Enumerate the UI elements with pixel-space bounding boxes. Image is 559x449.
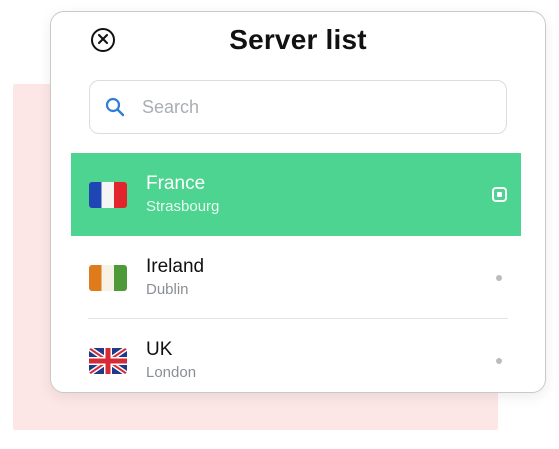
dot-icon (496, 357, 502, 364)
server-country: Ireland (146, 255, 205, 277)
search-input[interactable] (140, 95, 484, 119)
server-country: France (146, 172, 206, 194)
selected-check-icon (491, 187, 507, 202)
server-row-france[interactable]: France Strasbourg (71, 153, 521, 236)
server-row-uk[interactable]: UK London (71, 319, 521, 392)
ireland-flag-icon (89, 264, 127, 291)
server-text: France Strasbourg (146, 173, 219, 217)
dot-icon (496, 274, 502, 281)
uk-flag-icon (89, 347, 127, 374)
server-list-panel: Server list Search France Strasbourg Ire… (50, 11, 546, 393)
server-list: France Strasbourg Ireland Dublin UK Lond… (71, 153, 521, 392)
server-city: Dublin (146, 280, 189, 298)
unselected-indicator[interactable] (491, 353, 507, 369)
stage: Server list Search France Strasbourg Ire… (0, 0, 559, 449)
server-row-ireland[interactable]: Ireland Dublin (71, 236, 521, 319)
server-city: Strasbourg (146, 197, 220, 215)
france-flag-icon (89, 181, 127, 208)
server-country: UK (146, 338, 173, 360)
unselected-indicator[interactable] (491, 270, 507, 286)
server-city: London (146, 363, 197, 381)
page-title: Server list (229, 24, 367, 55)
server-text: UK London (146, 339, 196, 383)
server-text: Ireland Dublin (146, 256, 204, 300)
selected-indicator[interactable] (491, 187, 507, 203)
search-icon (104, 96, 126, 118)
search-box[interactable] (89, 80, 507, 134)
